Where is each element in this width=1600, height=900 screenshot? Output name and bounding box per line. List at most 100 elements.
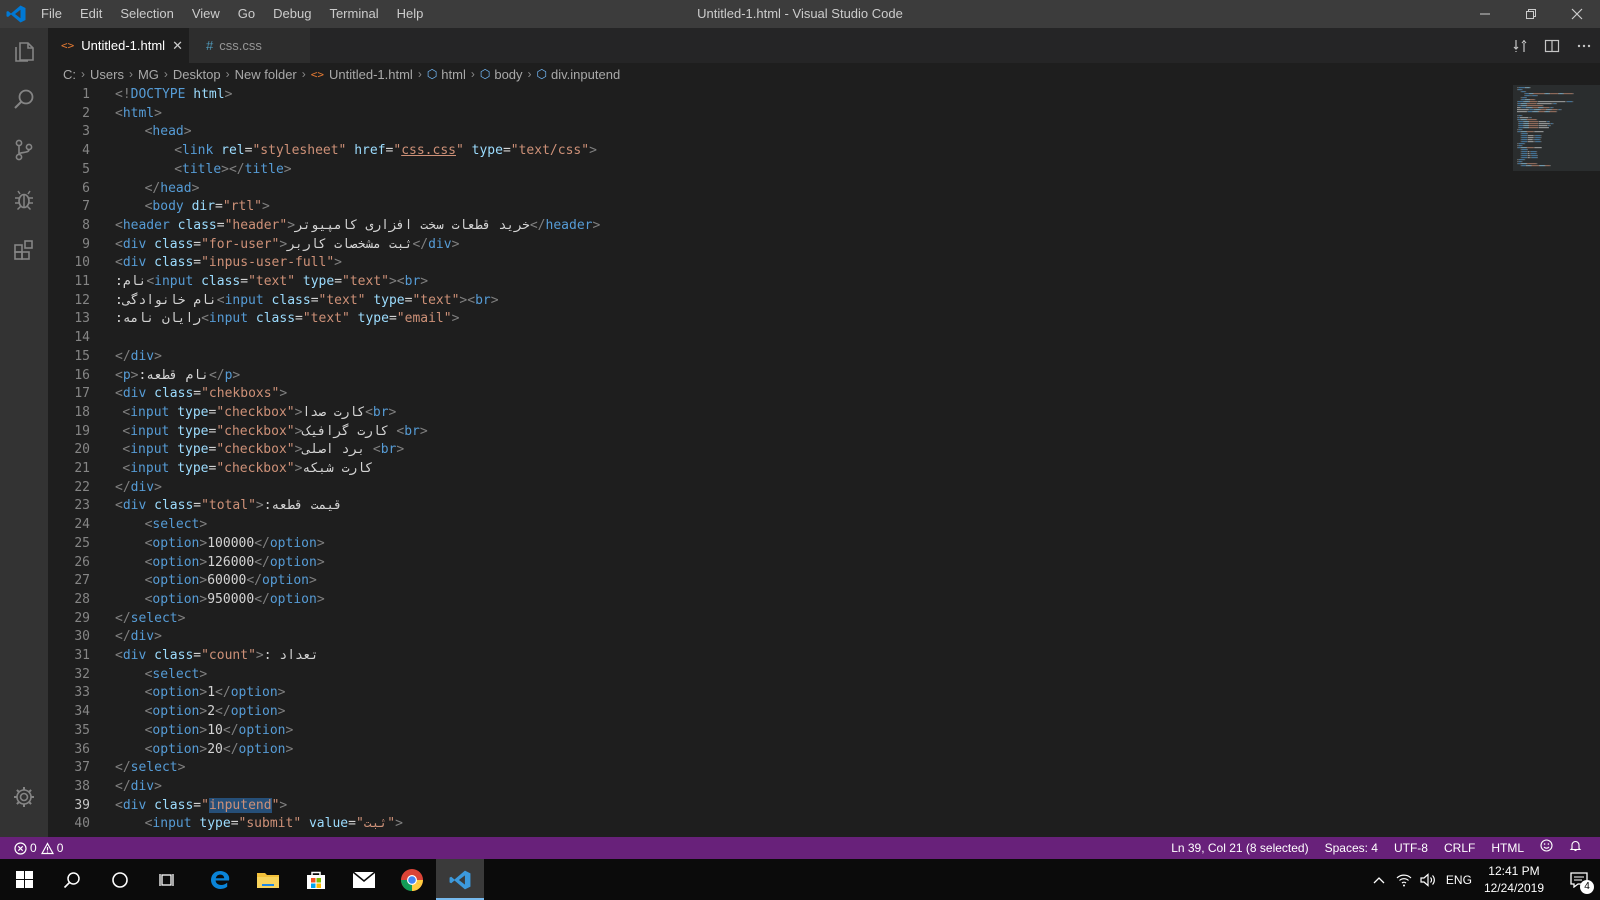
code-line[interactable]: 11 نام:<input class="text" type="text"><b… bbox=[48, 272, 1448, 291]
code-line[interactable]: 20 <input type="checkbox"> برد اصلی<br> bbox=[48, 440, 1448, 459]
source-control-button[interactable] bbox=[0, 126, 48, 174]
breadcrumb-html[interactable]: ⬡ html bbox=[427, 67, 466, 82]
mail-app-button[interactable] bbox=[340, 859, 388, 900]
code-line[interactable]: 22 </div> bbox=[48, 478, 1448, 497]
vscode-app-button[interactable] bbox=[436, 859, 484, 900]
code-line[interactable]: 2 <html> bbox=[48, 104, 1448, 123]
breadcrumb-mg[interactable]: MG bbox=[138, 67, 159, 82]
breadcrumb-div-inputend[interactable]: ⬡ div.inputend bbox=[537, 67, 621, 82]
menu-file[interactable]: File bbox=[32, 0, 71, 28]
menu-debug[interactable]: Debug bbox=[264, 0, 320, 28]
breadcrumb-file[interactable]: <> Untitled-1.html bbox=[311, 67, 413, 82]
store-app-button[interactable] bbox=[292, 859, 340, 900]
code-line[interactable]: 10 <div class="inpus-user-full"> bbox=[48, 253, 1448, 272]
menu-view[interactable]: View bbox=[183, 0, 229, 28]
menu-go[interactable]: Go bbox=[229, 0, 264, 28]
search-button[interactable] bbox=[0, 76, 48, 124]
code-line[interactable]: 32 <select> bbox=[48, 665, 1448, 684]
explorer-button[interactable] bbox=[0, 28, 48, 76]
extensions-button[interactable] bbox=[0, 226, 48, 274]
breadcrumb-desktop[interactable]: Desktop bbox=[173, 67, 221, 82]
code-line[interactable]: 19 <input type="checkbox"> کارت گرافیک<br… bbox=[48, 422, 1448, 441]
code-line[interactable]: 28 <option>950000</option> bbox=[48, 590, 1448, 609]
code-line[interactable]: 35 <option>10</option> bbox=[48, 721, 1448, 740]
code-line[interactable]: 15 </div> bbox=[48, 347, 1448, 366]
code-line[interactable]: 8 <header class="header">خرید قطعات سخت ا… bbox=[48, 216, 1448, 235]
code-line[interactable]: 38 </div> bbox=[48, 777, 1448, 796]
menu-help[interactable]: Help bbox=[388, 0, 433, 28]
show-hidden-icons-button[interactable] bbox=[1366, 876, 1392, 884]
menu-selection[interactable]: Selection bbox=[111, 0, 182, 28]
breadcrumb-new-folder[interactable]: New folder bbox=[235, 67, 297, 82]
breadcrumb-body[interactable]: ⬡ body bbox=[480, 67, 523, 82]
start-button[interactable] bbox=[0, 859, 48, 900]
notifications-button[interactable] bbox=[1561, 837, 1590, 859]
code-line[interactable]: 4 <link rel="stylesheet" href="css.css" t… bbox=[48, 141, 1448, 160]
action-center-button[interactable]: 4 bbox=[1558, 859, 1600, 900]
code-line[interactable]: 39 <div class="inputend"> bbox=[48, 796, 1448, 815]
cursor-position[interactable]: Ln 39, Col 21 (8 selected) bbox=[1163, 837, 1316, 859]
encoding[interactable]: UTF-8 bbox=[1386, 837, 1436, 859]
code-editor[interactable]: 1 <!DOCTYPE html> 2 <html> 3 <head> 4 <link rel… bbox=[48, 85, 1600, 837]
line-ending[interactable]: CRLF bbox=[1436, 837, 1483, 859]
split-editor-button[interactable] bbox=[1536, 28, 1568, 63]
code-line[interactable]: 24 <select> bbox=[48, 515, 1448, 534]
code-line[interactable]: 18 <input type="checkbox">کارت صدا<br> bbox=[48, 403, 1448, 422]
edge-app-button[interactable] bbox=[196, 859, 244, 900]
code-line[interactable]: 29 </select> bbox=[48, 609, 1448, 628]
tab-close-icon[interactable]: ✕ bbox=[172, 38, 183, 54]
tab-css-css[interactable]: # css.css bbox=[189, 28, 310, 63]
breadcrumb-drive[interactable]: C: bbox=[63, 67, 76, 82]
code-line[interactable]: 9 <div class="for-user">ثبت مشخصات کاربر<… bbox=[48, 235, 1448, 254]
code-line[interactable]: 25 <option>100000</option> bbox=[48, 534, 1448, 553]
language-mode[interactable]: HTML bbox=[1483, 837, 1532, 859]
debug-button[interactable] bbox=[0, 176, 48, 224]
clock[interactable]: 12:41 PM 12/24/2019 bbox=[1484, 863, 1544, 897]
code-line[interactable]: 26 <option>126000</option> bbox=[48, 553, 1448, 572]
volume-button[interactable] bbox=[1416, 872, 1440, 887]
code-line[interactable]: 1 <!DOCTYPE html> bbox=[48, 85, 1448, 104]
code-line[interactable]: 13 رایان نامه:<input class="text" type="e… bbox=[48, 309, 1448, 328]
code-line[interactable]: 40 <input type="submit" value="ثبت"> bbox=[48, 814, 1448, 833]
code-line[interactable]: 34 <option>2</option> bbox=[48, 702, 1448, 721]
menu-edit[interactable]: Edit bbox=[71, 0, 111, 28]
code-line[interactable]: 37 </select> bbox=[48, 758, 1448, 777]
code-line[interactable]: 33 <option>1</option> bbox=[48, 683, 1448, 702]
close-window-button[interactable] bbox=[1554, 0, 1600, 28]
manage-button[interactable] bbox=[0, 773, 48, 821]
cortana-button[interactable] bbox=[96, 859, 144, 900]
tab-untitled-1-html[interactable]: <> Untitled-1.html ✕ bbox=[48, 28, 189, 63]
code-line[interactable]: 21 <input type="checkbox"> کارت شبکه bbox=[48, 459, 1448, 478]
code-line[interactable]: 17 <div class="chekboxs"> bbox=[48, 384, 1448, 403]
minimap[interactable] bbox=[1513, 85, 1600, 837]
restore-button[interactable] bbox=[1508, 0, 1554, 28]
code-line[interactable]: 30 </div> bbox=[48, 627, 1448, 646]
chrome-app-button[interactable] bbox=[388, 859, 436, 900]
code-line[interactable]: 3 <head> bbox=[48, 122, 1448, 141]
status-problems[interactable]: 0 0 bbox=[14, 837, 63, 859]
input-language[interactable]: ENG bbox=[1440, 873, 1478, 887]
code-line[interactable]: 16 <p>نام قطعه:</p> bbox=[48, 366, 1448, 385]
code-line[interactable]: 36 <option>20</option> bbox=[48, 740, 1448, 759]
vscode-logo-icon[interactable] bbox=[6, 5, 26, 23]
code-line[interactable]: 23 <div class="total">قیمت قطعه: bbox=[48, 496, 1448, 515]
taskbar-search-button[interactable] bbox=[48, 859, 96, 900]
network-button[interactable] bbox=[1392, 873, 1416, 887]
more-actions-button[interactable] bbox=[1568, 28, 1600, 63]
minimize-button[interactable] bbox=[1462, 0, 1508, 28]
line-number: 35 bbox=[74, 722, 90, 738]
code-line[interactable]: 27 <option>60000</option> bbox=[48, 571, 1448, 590]
code-line[interactable]: 5 <title></title> bbox=[48, 160, 1448, 179]
code-line[interactable]: 31 <div class="count">تعداد : bbox=[48, 646, 1448, 665]
file-explorer-app-button[interactable] bbox=[244, 859, 292, 900]
breadcrumb-users[interactable]: Users bbox=[90, 67, 124, 82]
task-view-button[interactable] bbox=[144, 859, 192, 900]
feedback-button[interactable] bbox=[1532, 837, 1561, 859]
code-line[interactable]: 7 <body dir="rtl"> bbox=[48, 197, 1448, 216]
menu-terminal[interactable]: Terminal bbox=[320, 0, 387, 28]
code-line[interactable]: 12 نام خانوادگی:<input class="text" type=… bbox=[48, 291, 1448, 310]
indentation[interactable]: Spaces: 4 bbox=[1317, 837, 1386, 859]
code-line[interactable]: 6 </head> bbox=[48, 179, 1448, 198]
open-changes-button[interactable] bbox=[1504, 28, 1536, 63]
code-line[interactable]: 14 bbox=[48, 328, 1448, 347]
